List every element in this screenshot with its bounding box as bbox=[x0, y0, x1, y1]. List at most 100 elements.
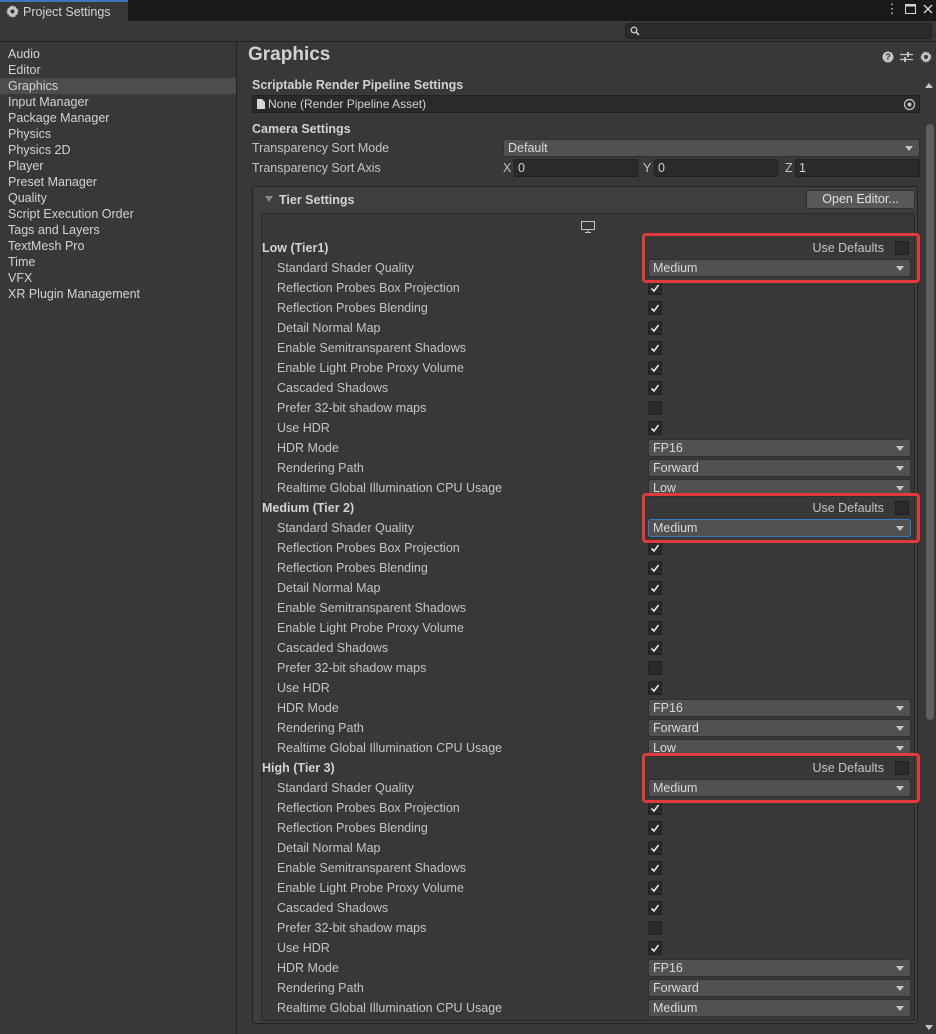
hdr-mode-dropdown[interactable]: FP16 bbox=[648, 439, 911, 457]
object-picker-icon[interactable] bbox=[903, 98, 916, 111]
rendering-path-dropdown[interactable]: Forward bbox=[648, 459, 911, 477]
checkbox-cascaded-shadows[interactable] bbox=[648, 381, 662, 395]
kebab-menu-icon[interactable]: ⋮ bbox=[886, 1, 899, 16]
dropdown-arrow-icon bbox=[896, 486, 904, 491]
close-icon[interactable] bbox=[922, 2, 934, 16]
checkbox-use-hdr[interactable] bbox=[648, 681, 662, 695]
sidebar-item-script-execution-order[interactable]: Script Execution Order bbox=[0, 206, 236, 222]
page-title: Graphics bbox=[248, 44, 331, 65]
checkbox-reflection-probes-box-projection[interactable] bbox=[648, 541, 662, 555]
use-defaults-checkbox[interactable] bbox=[895, 761, 909, 775]
checkmark-icon bbox=[650, 584, 660, 593]
gi-cpu-usage-dropdown[interactable]: Low bbox=[648, 479, 911, 497]
sidebar-item-graphics[interactable]: Graphics bbox=[0, 78, 236, 94]
axis-y-input[interactable]: 0 bbox=[654, 159, 778, 177]
settings-toolbar bbox=[0, 21, 936, 42]
tier-group-high-tier-3: High (Tier 3) Use Defaults Standard Shader… bbox=[262, 753, 920, 1018]
sidebar-item-physics-2d[interactable]: Physics 2D bbox=[0, 142, 236, 158]
axis-z-label: Z bbox=[785, 161, 793, 175]
use-defaults-label: Use Defaults bbox=[812, 501, 884, 515]
search-input[interactable] bbox=[625, 23, 932, 39]
svg-text:?: ? bbox=[885, 52, 891, 62]
sidebar-item-tags-and-layers[interactable]: Tags and Layers bbox=[0, 222, 236, 238]
sidebar-item-xr-plugin-management[interactable]: XR Plugin Management bbox=[0, 286, 236, 302]
transparency-sort-mode-dropdown[interactable]: Default bbox=[503, 139, 920, 157]
open-editor-button[interactable]: Open Editor... bbox=[806, 190, 915, 209]
use-defaults-checkbox[interactable] bbox=[895, 501, 909, 515]
checkmark-icon bbox=[650, 304, 660, 313]
checkbox-enable-light-probe-proxy-volume[interactable] bbox=[648, 881, 662, 895]
hdr-mode-dropdown[interactable]: FP16 bbox=[648, 699, 911, 717]
axis-x-label: X bbox=[503, 161, 512, 175]
checkbox-use-hdr[interactable] bbox=[648, 941, 662, 955]
sidebar-item-preset-manager[interactable]: Preset Manager bbox=[0, 174, 236, 190]
checkbox-prefer-32-bit-shadow-maps[interactable] bbox=[648, 661, 662, 675]
checkbox-reflection-probes-blending[interactable] bbox=[648, 821, 662, 835]
checkbox-reflection-probes-blending[interactable] bbox=[648, 301, 662, 315]
preset-sliders-icon[interactable] bbox=[900, 50, 913, 63]
checkbox-prefer-32-bit-shadow-maps[interactable] bbox=[648, 401, 662, 415]
hdr-mode-dropdown[interactable]: FP16 bbox=[648, 959, 911, 977]
sidebar-item-time[interactable]: Time bbox=[0, 254, 236, 270]
toggle-label-use-hdr: Use HDR bbox=[277, 421, 330, 435]
checkbox-enable-semitransparent-shadows[interactable] bbox=[648, 601, 662, 615]
tier-settings-header[interactable]: Tier Settings bbox=[279, 193, 354, 207]
standard-shader-quality-dropdown[interactable]: Medium bbox=[648, 519, 911, 537]
standard-shader-quality-dropdown[interactable]: Medium bbox=[648, 779, 911, 797]
checkmark-icon bbox=[650, 324, 660, 333]
sidebar-item-textmesh-pro[interactable]: TextMesh Pro bbox=[0, 238, 236, 254]
settings-gear-icon[interactable] bbox=[919, 50, 932, 63]
checkbox-reflection-probes-blending[interactable] bbox=[648, 561, 662, 575]
checkbox-enable-semitransparent-shadows[interactable] bbox=[648, 341, 662, 355]
checkbox-detail-normal-map[interactable] bbox=[648, 321, 662, 335]
checkbox-prefer-32-bit-shadow-maps[interactable] bbox=[648, 921, 662, 935]
checkbox-enable-light-probe-proxy-volume[interactable] bbox=[648, 361, 662, 375]
checkbox-detail-normal-map[interactable] bbox=[648, 841, 662, 855]
vertical-scrollbar[interactable] bbox=[923, 80, 936, 1034]
checkbox-cascaded-shadows[interactable] bbox=[648, 641, 662, 655]
sidebar-item-audio[interactable]: Audio bbox=[0, 46, 236, 62]
sidebar-item-player[interactable]: Player bbox=[0, 158, 236, 174]
camera-section-header: Camera Settings bbox=[252, 122, 351, 136]
dropdown-value: FP16 bbox=[653, 441, 683, 455]
checkbox-cascaded-shadows[interactable] bbox=[648, 901, 662, 915]
scrollbar-thumb[interactable] bbox=[926, 124, 934, 720]
tier-group-medium-tier-2: Medium (Tier 2) Use Defaults Standard Shad… bbox=[262, 493, 920, 758]
sidebar-item-input-manager[interactable]: Input Manager bbox=[0, 94, 236, 110]
scroll-down-arrow-icon[interactable] bbox=[925, 1025, 933, 1030]
checkbox-enable-semitransparent-shadows[interactable] bbox=[648, 861, 662, 875]
standalone-monitor-icon[interactable] bbox=[581, 221, 595, 233]
sidebar-item-package-manager[interactable]: Package Manager bbox=[0, 110, 236, 126]
checkbox-reflection-probes-box-projection[interactable] bbox=[648, 801, 662, 815]
search-icon bbox=[630, 26, 640, 36]
standard-shader-quality-dropdown[interactable]: Medium bbox=[648, 259, 911, 277]
gi-cpu-usage-dropdown[interactable]: Low bbox=[648, 739, 911, 757]
maximize-icon[interactable] bbox=[904, 2, 916, 16]
toggle-label-cascaded-shadows: Cascaded Shadows bbox=[277, 901, 389, 915]
toggle-label-detail-normal-map: Detail Normal Map bbox=[277, 841, 381, 855]
use-defaults-label: Use Defaults bbox=[812, 241, 884, 255]
rendering-path-dropdown[interactable]: Forward bbox=[648, 979, 911, 997]
foldout-arrow-icon[interactable] bbox=[265, 196, 273, 202]
scroll-up-arrow-icon[interactable] bbox=[925, 83, 933, 88]
tab-project-settings[interactable]: Project Settings bbox=[0, 0, 128, 21]
checkbox-use-hdr[interactable] bbox=[648, 421, 662, 435]
dropdown-value: Forward bbox=[653, 981, 699, 995]
sidebar-item-vfx[interactable]: VFX bbox=[0, 270, 236, 286]
render-pipeline-asset-field[interactable]: None (Render Pipeline Asset) bbox=[252, 95, 920, 113]
use-defaults-checkbox[interactable] bbox=[895, 241, 909, 255]
sidebar-item-quality[interactable]: Quality bbox=[0, 190, 236, 206]
checkbox-reflection-probes-box-projection[interactable] bbox=[648, 281, 662, 295]
checkmark-icon bbox=[650, 884, 660, 893]
checkbox-detail-normal-map[interactable] bbox=[648, 581, 662, 595]
gi-cpu-usage-dropdown[interactable]: Medium bbox=[648, 999, 911, 1017]
checkbox-enable-light-probe-proxy-volume[interactable] bbox=[648, 621, 662, 635]
tier-settings-content: Low (Tier1) Use Defaults Standard Shader Q… bbox=[261, 213, 920, 1021]
dropdown-arrow-icon bbox=[896, 526, 904, 531]
sidebar-item-physics[interactable]: Physics bbox=[0, 126, 236, 142]
sidebar-item-editor[interactable]: Editor bbox=[0, 62, 236, 78]
axis-z-input[interactable]: 1 bbox=[795, 159, 920, 177]
rendering-path-dropdown[interactable]: Forward bbox=[648, 719, 911, 737]
help-icon[interactable]: ? bbox=[881, 50, 894, 63]
axis-x-input[interactable]: 0 bbox=[514, 159, 638, 177]
